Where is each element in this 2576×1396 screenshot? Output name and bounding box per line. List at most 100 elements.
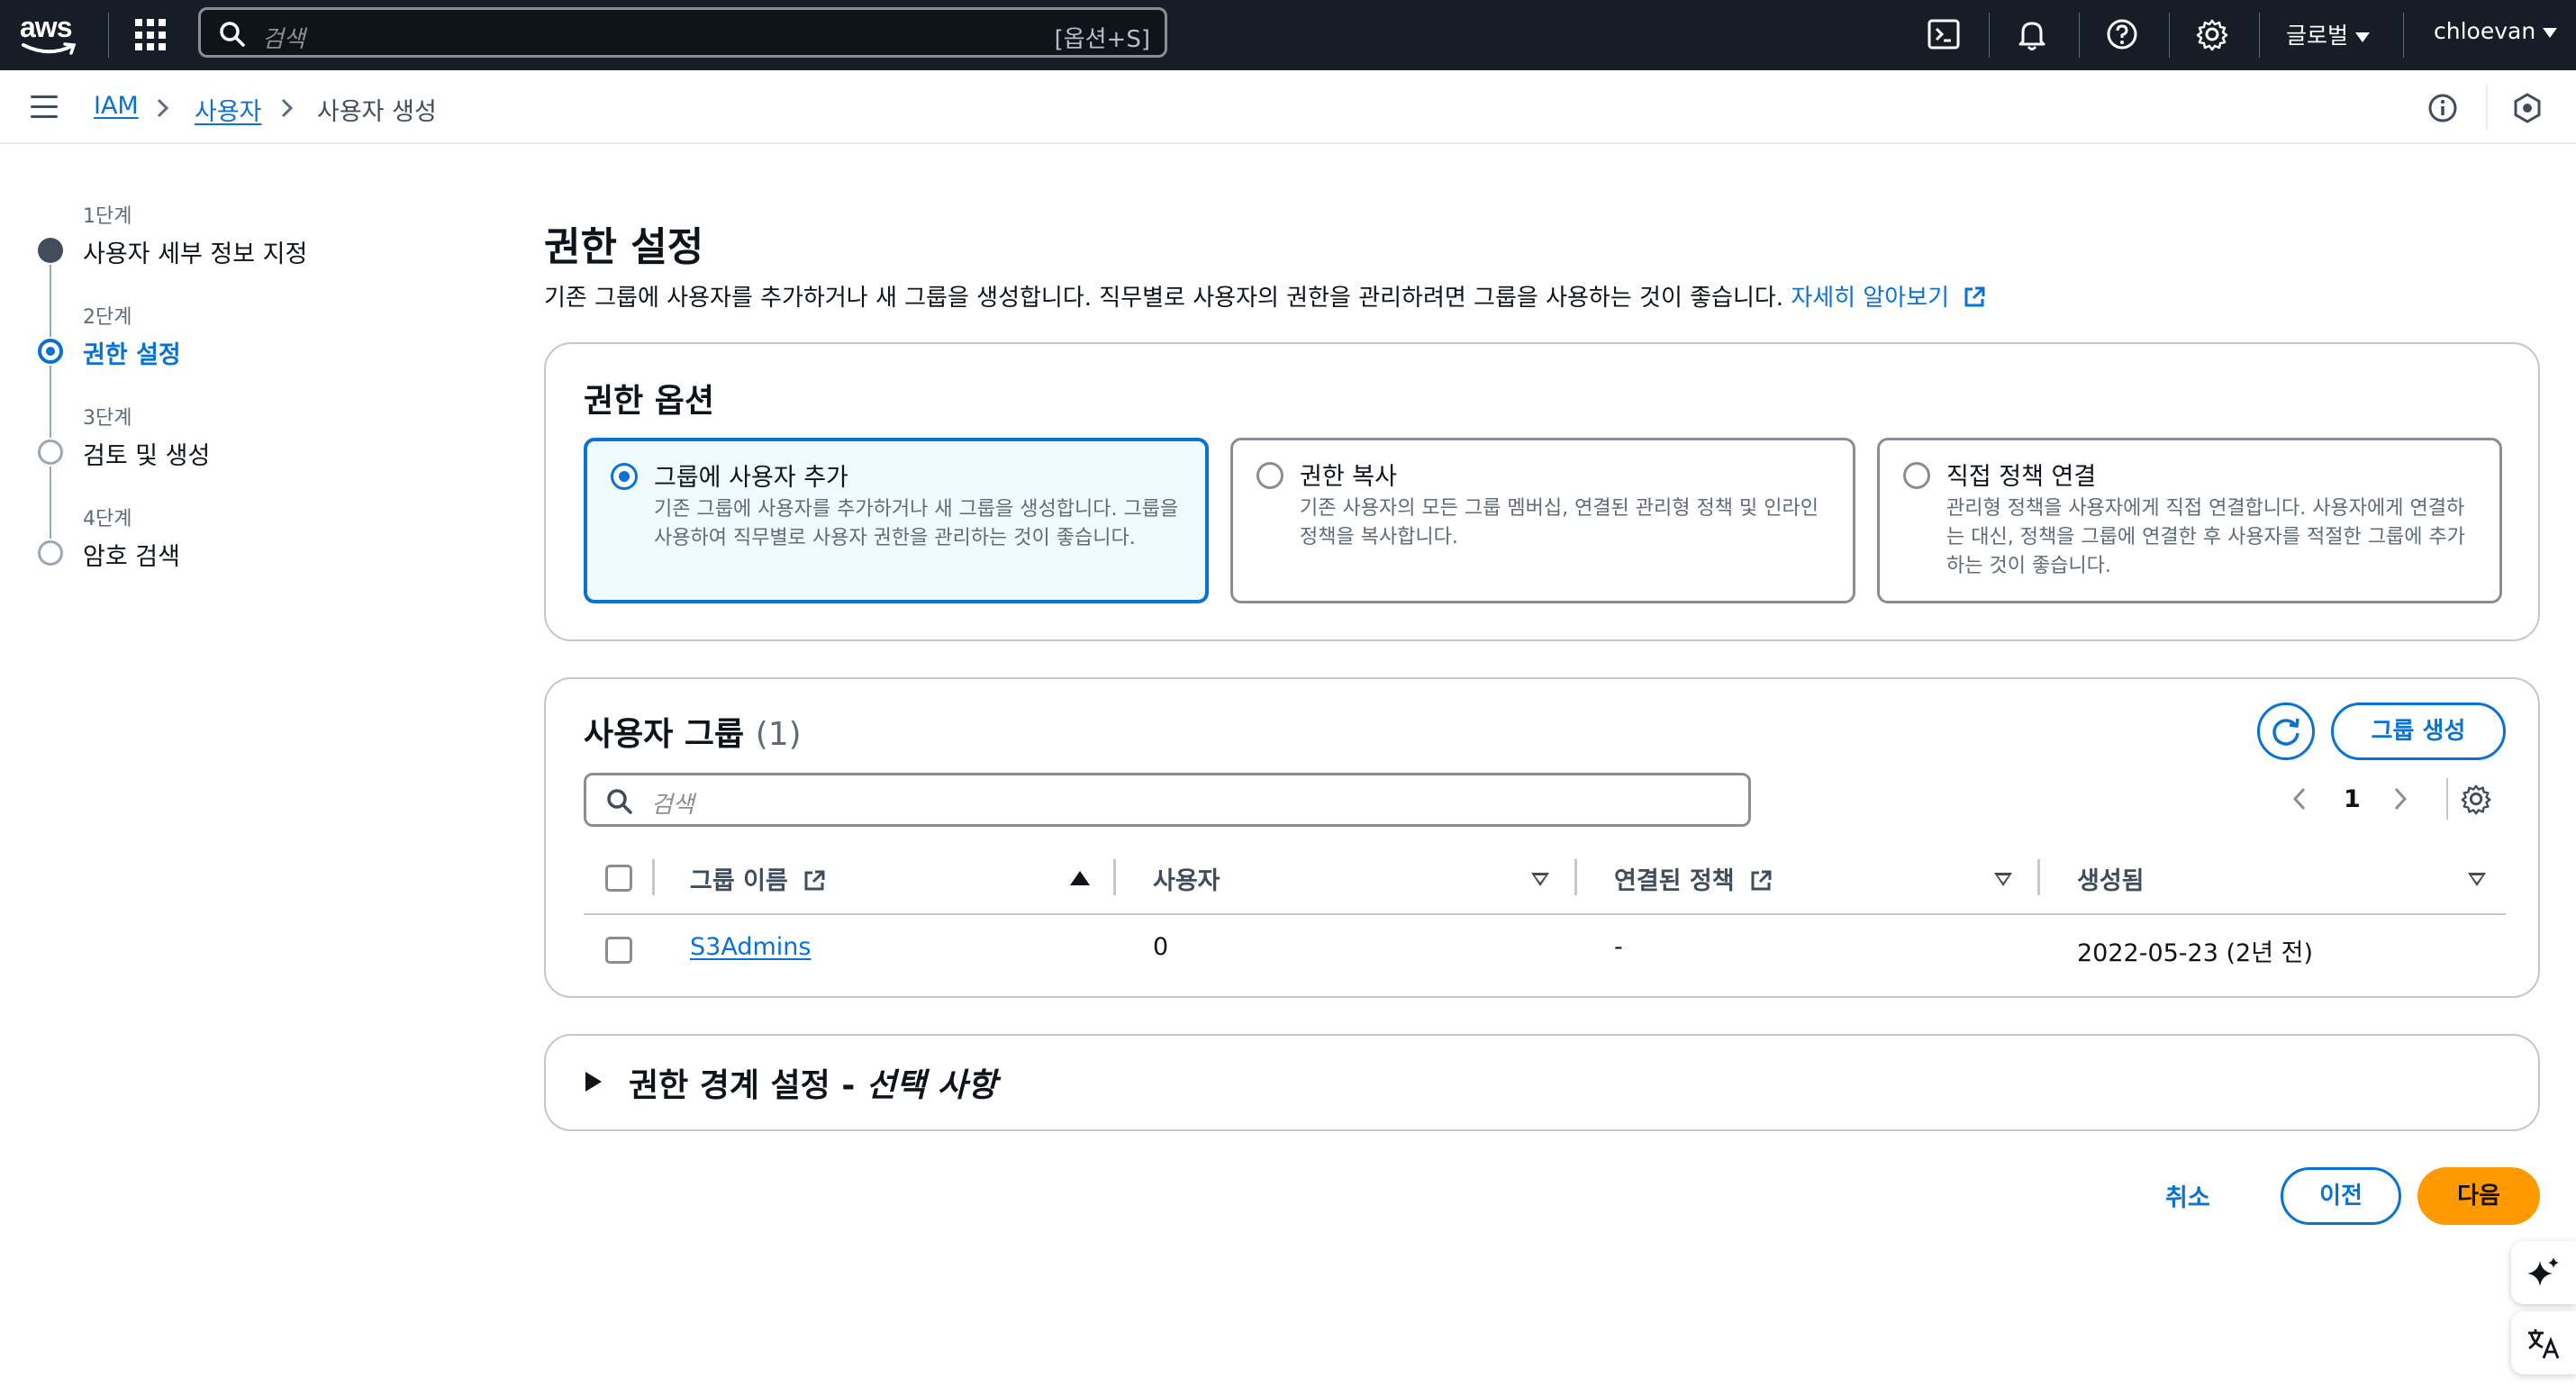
help-icon[interactable] <box>2104 16 2142 54</box>
step-2-label: 권한 설정 <box>83 341 181 369</box>
step-1-number: 1단계 <box>83 205 132 228</box>
option-description: 관리형 정책을 사용자에게 직접 연결합니다. 사용자에게 연결하는 대신, 정… <box>1946 497 2465 577</box>
search-icon <box>220 22 245 47</box>
option-add-to-group[interactable]: 그룹에 사용자 추가 기존 그룹에 사용자를 추가하거나 새 그룹을 생성합니다… <box>584 438 1209 603</box>
option-copy-permissions[interactable]: 권한 복사 기존 사용자의 모든 그룹 멤버십, 연결된 관리형 정책 및 인라… <box>1230 438 1855 603</box>
radio-button[interactable] <box>1903 462 1930 489</box>
cancel-button[interactable]: 취소 <box>2165 1178 2210 1213</box>
sparkle-icon <box>2527 1257 2559 1286</box>
aws-logo-text: aws <box>20 11 72 43</box>
option-title: 권한 복사 <box>1300 463 1397 491</box>
group-name-cell: S3Admins <box>690 933 811 961</box>
select-all-checkbox[interactable] <box>605 865 632 892</box>
divider <box>2446 778 2448 820</box>
region-selector[interactable]: 글로벌 <box>2286 18 2371 50</box>
divider <box>2486 85 2488 130</box>
breadcrumb-iam[interactable]: IAM <box>94 92 139 120</box>
column-separator <box>2037 859 2040 895</box>
step-4-label: 암호 검색 <box>83 543 180 571</box>
radio-button[interactable] <box>611 463 638 490</box>
boundary-title-text: 권한 경계 설정 - <box>629 1067 866 1104</box>
column-header-group-name[interactable]: 그룹 이름 <box>690 861 827 896</box>
column-header-users[interactable]: 사용자 <box>1153 861 1220 896</box>
step-connector <box>50 366 51 438</box>
optional-label: 선택 사항 <box>866 1067 997 1104</box>
next-button[interactable]: 다음 <box>2417 1167 2540 1225</box>
user-groups-title-text: 사용자 그룹 <box>584 716 745 753</box>
info-icon[interactable] <box>2426 92 2459 124</box>
sort-icon[interactable] <box>2468 873 2486 886</box>
cloudshell-icon[interactable] <box>1926 16 1964 54</box>
previous-button[interactable]: 이전 <box>2281 1167 2401 1225</box>
page-description: 기존 그룹에 사용자를 추가하거나 새 그룹을 생성합니다. 직무별로 사용자의… <box>544 279 1987 313</box>
column-label: 연결된 정책 <box>1614 867 1735 895</box>
table-preferences-icon[interactable] <box>2459 782 2495 818</box>
breadcrumb-bar: IAM 사용자 사용자 생성 <box>0 70 2576 144</box>
chevron-right-icon <box>157 98 169 118</box>
created-cell: 2022-05-23 (2년 전) <box>2077 939 2314 967</box>
permissions-boundary-title[interactable]: 권한 경계 설정 - 선택 사항 <box>629 1059 997 1106</box>
row-checkbox[interactable] <box>605 937 632 964</box>
permissions-boundary-panel[interactable]: 권한 경계 설정 - 선택 사항 <box>544 1034 2540 1131</box>
header-divider <box>584 913 2506 915</box>
global-search-input[interactable]: 검색 [옵션+S] <box>198 7 1167 58</box>
sort-icon[interactable] <box>1994 873 2012 886</box>
learn-more-label: 자세히 알아보기 <box>1791 285 1950 312</box>
previous-page-icon[interactable] <box>2290 785 2309 812</box>
step-2-indicator <box>38 339 63 364</box>
menu-icon[interactable] <box>31 95 58 119</box>
radio-button[interactable] <box>1256 462 1283 489</box>
group-name-link[interactable]: S3Admins <box>690 933 811 961</box>
next-page-icon[interactable] <box>2390 785 2410 812</box>
bell-icon[interactable] <box>2014 16 2052 54</box>
search-shortcut: [옵션+S] <box>1054 26 1150 53</box>
external-link-icon <box>1751 870 1772 891</box>
step-3-indicator <box>38 440 63 465</box>
services-grid-icon[interactable] <box>135 19 168 51</box>
column-label: 그룹 이름 <box>690 867 788 895</box>
nav-divider <box>2169 13 2170 58</box>
aws-logo[interactable]: aws <box>20 11 79 59</box>
refresh-button[interactable] <box>2257 703 2315 760</box>
permission-options-panel: 권한 옵션 그룹에 사용자 추가 기존 그룹에 사용자를 추가하거나 새 그룹을… <box>544 342 2540 641</box>
translate-button[interactable] <box>2511 1311 2576 1374</box>
translate-icon <box>2528 1329 2560 1359</box>
account-label: chloevan <box>2434 18 2536 44</box>
page-title: 권한 설정 <box>544 224 704 270</box>
option-attach-policies[interactable]: 직접 정책 연결 관리형 정책을 사용자에게 직접 연결합니다. 사용자에게 연… <box>1877 438 2502 603</box>
breadcrumb-users[interactable]: 사용자 <box>195 92 262 127</box>
page-number[interactable]: 1 <box>2344 785 2361 813</box>
search-icon <box>607 789 632 814</box>
hexagon-settings-icon[interactable] <box>2511 92 2544 124</box>
column-header-created[interactable]: 생성됨 <box>2077 861 2145 896</box>
caret-down-icon <box>2355 32 2371 42</box>
column-separator <box>652 859 655 895</box>
account-menu[interactable]: chloevan <box>2434 18 2558 44</box>
sort-icon[interactable] <box>1531 873 1549 886</box>
sort-ascending-icon[interactable] <box>1070 871 1090 885</box>
chevron-right-icon <box>281 98 294 118</box>
learn-more-link[interactable]: 자세히 알아보기 <box>1791 285 1987 312</box>
aws-smile-icon <box>22 42 77 55</box>
column-separator <box>1574 859 1577 895</box>
search-placeholder: 검색 <box>651 792 694 819</box>
step-4-indicator <box>38 540 63 566</box>
permission-options-title: 권한 옵션 <box>584 383 715 420</box>
expand-caret-icon[interactable] <box>585 1072 602 1092</box>
user-groups-count: (1) <box>755 716 802 753</box>
external-link-icon <box>1964 286 1985 307</box>
nav-divider <box>2259 13 2260 58</box>
column-header-attached-policies[interactable]: 연결된 정책 <box>1614 861 1773 896</box>
caret-down-icon <box>2543 27 2558 38</box>
option-title: 직접 정책 연결 <box>1946 463 2097 491</box>
amazon-q-button[interactable] <box>2511 1241 2576 1304</box>
external-link-icon <box>804 870 825 891</box>
step-4-number: 4단계 <box>83 508 132 530</box>
group-search-input[interactable]: 검색 <box>584 773 1751 827</box>
user-groups-title: 사용자 그룹 (1) <box>584 708 802 755</box>
settings-icon[interactable] <box>2194 16 2232 54</box>
step-connector <box>50 467 51 539</box>
create-group-button[interactable]: 그룹 생성 <box>2331 703 2506 760</box>
step-1-indicator <box>38 238 63 263</box>
step-1-label[interactable]: 사용자 세부 정보 지정 <box>83 234 307 269</box>
